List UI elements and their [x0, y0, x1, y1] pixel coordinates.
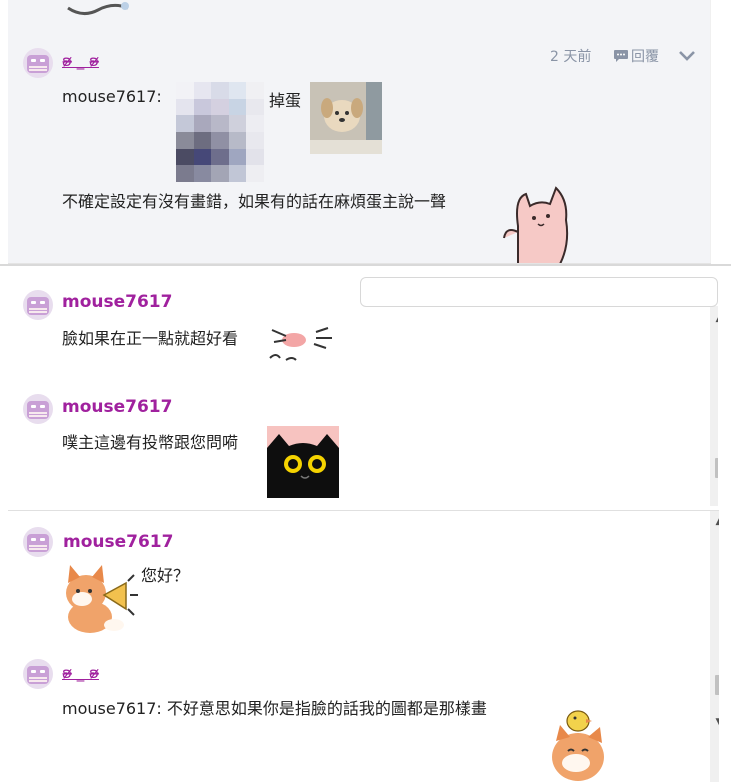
comment-body: 不確定設定有沒有畫錯，如果有的話在麻煩蛋主說一聲 — [62, 192, 447, 211]
username[interactable]: mouse7617 — [62, 397, 172, 417]
comment-text: 噗主這邊有投幣跟您問嗬 — [62, 433, 239, 452]
comment-panel-bottom: mouse7617 您好？ ʚ̴̶̷̷ _ ʚ̴̶̷̷ mouse7617: 不… — [8, 510, 719, 782]
scrollbar-thumb[interactable] — [715, 675, 719, 695]
username[interactable]: mouse7617 — [62, 292, 172, 312]
username[interactable]: mouse7617 — [63, 532, 173, 552]
scroll-up-icon[interactable]: ▲ — [710, 310, 718, 328]
pink-cat-sticker[interactable] — [500, 186, 576, 264]
scrollbar-bottom[interactable]: ▲ ▼ — [710, 511, 719, 782]
comment-text-after-image: 掉蛋 — [269, 91, 302, 110]
scroll-down-icon[interactable]: ▼ — [710, 246, 711, 263]
avatar[interactable] — [23, 48, 53, 78]
reply-label: 回覆 — [631, 49, 659, 65]
scroll-up-icon[interactable]: ▲ — [710, 4, 711, 22]
scrollbar-top[interactable]: ▲ ▼ — [710, 0, 711, 263]
reply-input[interactable] — [360, 277, 718, 307]
comment-text: 您好？ — [141, 566, 190, 585]
sticker-partial — [67, 2, 129, 15]
speech-bubble-icon — [614, 50, 628, 62]
comment-text: 臉如果在正一點就超好看 — [62, 329, 239, 348]
scrollbar-mid[interactable]: ▲ — [710, 306, 718, 506]
fox-bird-sticker[interactable] — [548, 697, 618, 782]
username[interactable]: ʚ̴̶̷̷ _ ʚ̴̶̷̷ — [62, 52, 99, 70]
username[interactable]: ʚ̴̶̷̷ _ ʚ̴̶̷̷ — [62, 664, 99, 682]
avatar[interactable] — [23, 394, 53, 424]
fox-megaphone-sticker[interactable] — [60, 559, 140, 635]
scrollbar-thumb[interactable] — [715, 458, 718, 478]
mosaic-image[interactable] — [176, 82, 264, 182]
dog-photo[interactable] — [310, 82, 382, 154]
comment-text: mouse7617: 不好意思如果你是指臉的話我的圖都是那樣畫 — [62, 699, 487, 718]
avatar[interactable] — [23, 527, 53, 557]
black-cat-sticker[interactable] — [267, 426, 339, 498]
avatar[interactable] — [23, 659, 53, 689]
avatar[interactable] — [23, 290, 53, 320]
timestamp: 2 天前 — [550, 49, 592, 65]
comment-mention[interactable]: mouse7617: — [62, 87, 162, 106]
blush-face-sticker[interactable] — [266, 322, 340, 366]
scroll-down-icon[interactable]: ▼ — [710, 713, 719, 731]
scroll-up-icon[interactable]: ▲ — [710, 513, 719, 531]
chevron-down-icon[interactable] — [678, 50, 696, 62]
reply-button[interactable]: 回覆 — [613, 46, 659, 66]
comment-panel-top: ʚ̴̶̷̷ _ ʚ̴̶̷̷ 2 天前 回覆 mouse7617: 掉蛋 不確定設… — [8, 0, 711, 264]
